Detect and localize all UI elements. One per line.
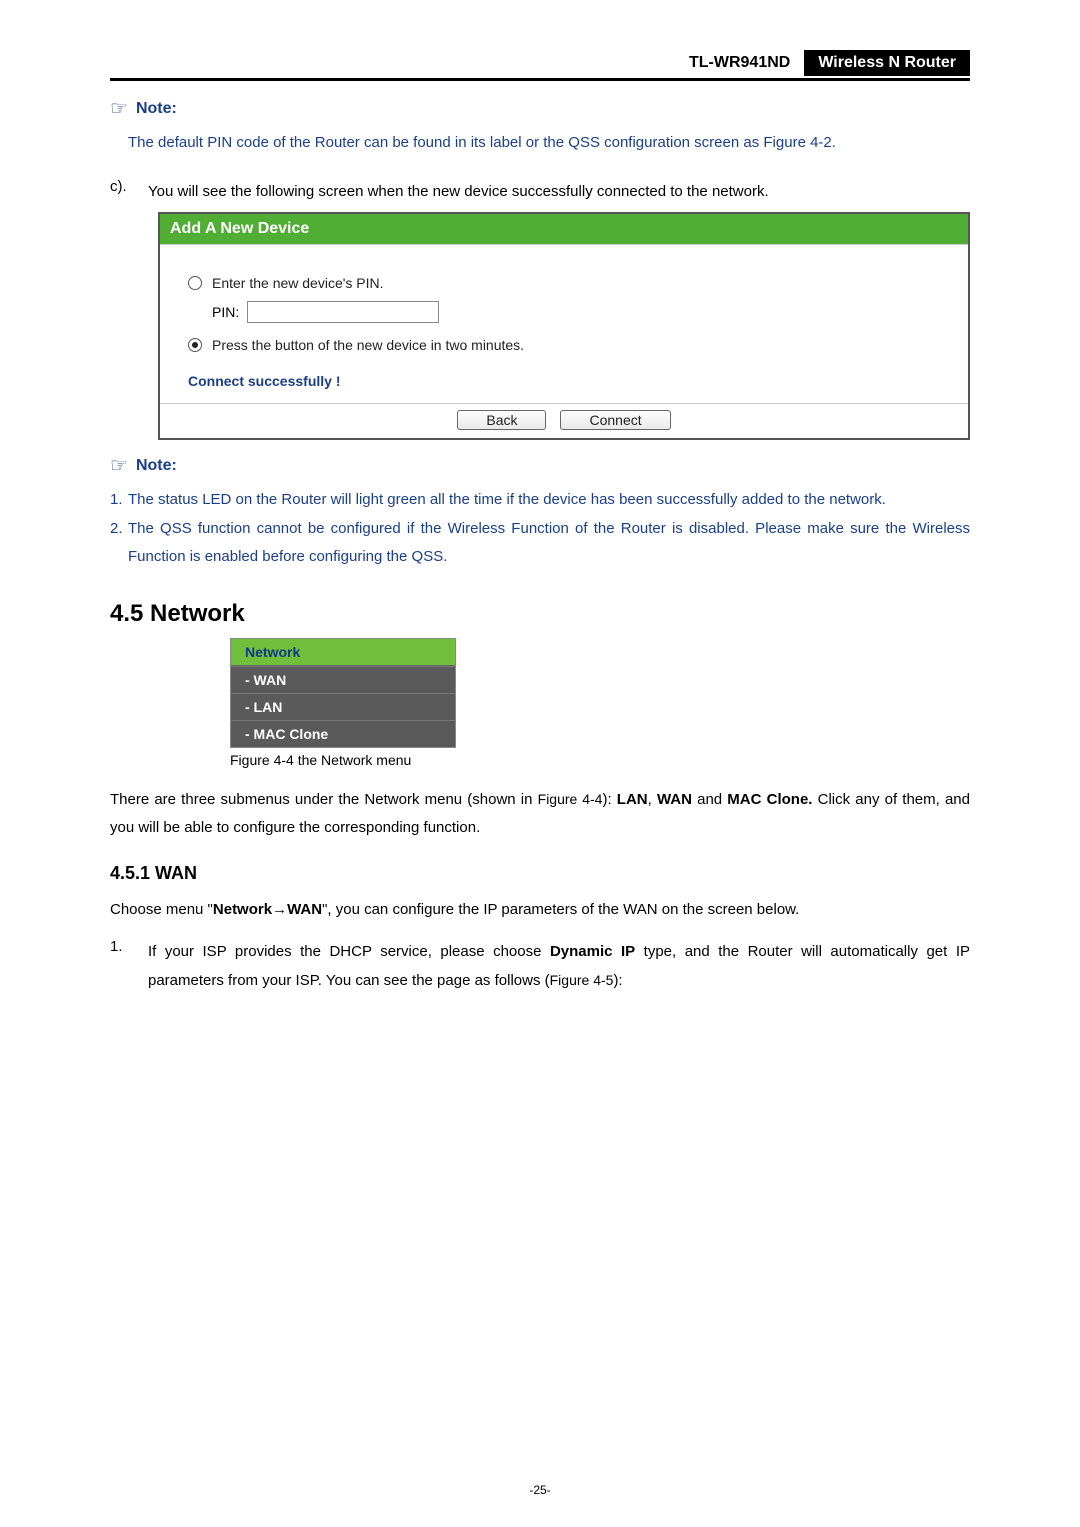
- model-code: TL-WR941ND: [675, 50, 804, 76]
- arrow-icon: →: [272, 901, 287, 918]
- bold-macclone: MAC Clone.: [727, 791, 812, 808]
- option-press-button[interactable]: Press the button of the new device in tw…: [188, 337, 940, 353]
- pointing-hand-icon: ☞: [110, 456, 128, 476]
- network-menu-macclone[interactable]: - MAC Clone: [231, 720, 455, 747]
- note-1-heading: ☞ Note:: [110, 99, 970, 119]
- txt: and: [692, 791, 727, 808]
- note-2-item-1-text: The status LED on the Router will light …: [128, 486, 970, 515]
- bold-dynamic-ip: Dynamic IP: [550, 943, 635, 960]
- panel-body: Enter the new device's PIN. PIN: Press t…: [160, 244, 968, 404]
- note-2-item-2: 2. The QSS function cannot be configured…: [110, 515, 970, 572]
- doc-header: TL-WR941ND Wireless N Router: [110, 50, 970, 81]
- network-menu-wan[interactable]: - WAN: [231, 666, 455, 693]
- pin-row: PIN:: [212, 301, 940, 323]
- note-label: Note:: [136, 457, 177, 475]
- note-label: Note:: [136, 100, 177, 118]
- txt: ):: [613, 972, 622, 989]
- bold-wan: WAN: [287, 901, 322, 918]
- txt: If your ISP provides the DHCP service, p…: [148, 943, 550, 960]
- product-name: Wireless N Router: [804, 50, 970, 76]
- txt: ):: [602, 791, 616, 808]
- section-4-5-1-heading: 4.5.1 WAN: [110, 863, 970, 884]
- bold-network: Network: [213, 901, 272, 918]
- panel-buttons: Back Connect: [160, 404, 968, 438]
- radio-icon-selected[interactable]: [188, 338, 202, 352]
- note-2-item-1: 1. The status LED on the Router will lig…: [110, 486, 970, 515]
- note-2-list: 1. The status LED on the Router will lig…: [110, 486, 970, 572]
- txt: ", you can configure the IP parameters o…: [322, 901, 799, 918]
- note-1-period: .: [832, 134, 836, 151]
- figure-4-4-ref: Figure 4-4: [538, 791, 603, 807]
- list-number: 1.: [110, 938, 148, 995]
- pin-input[interactable]: [247, 301, 439, 323]
- note-2-item-2-text: The QSS function cannot be configured if…: [128, 515, 970, 572]
- txt: Choose menu ": [110, 901, 213, 918]
- connect-success-text: Connect successfully !: [188, 373, 940, 389]
- step-c-marker: c).: [110, 178, 148, 207]
- option-enter-pin-label: Enter the new device's PIN.: [212, 275, 384, 291]
- txt: There are three submenus under the Netwo…: [110, 791, 538, 808]
- pointing-hand-icon: ☞: [110, 99, 128, 119]
- option-enter-pin[interactable]: Enter the new device's PIN.: [188, 275, 940, 291]
- step-c-body: You will see the following screen when t…: [148, 178, 970, 207]
- note-2-heading: ☞ Note:: [110, 456, 970, 476]
- network-menu-head[interactable]: Network: [231, 639, 455, 666]
- pin-label: PIN:: [212, 304, 239, 320]
- note-1-text: The default PIN code of the Router can b…: [128, 134, 763, 151]
- figure-4-2-ref: Figure 4-2: [763, 134, 831, 151]
- list-number: 2.: [110, 515, 128, 572]
- section-4-5-heading: 4.5 Network: [110, 600, 970, 628]
- step-c: c). You will see the following screen wh…: [110, 178, 970, 207]
- option-press-button-label: Press the button of the new device in tw…: [212, 337, 524, 353]
- list-number: 1.: [110, 486, 128, 515]
- network-intro: There are three submenus under the Netwo…: [110, 786, 970, 843]
- page-number: -25-: [0, 1483, 1080, 1497]
- bold-wan: WAN: [657, 791, 692, 808]
- radio-icon[interactable]: [188, 276, 202, 290]
- note-1-body: The default PIN code of the Router can b…: [110, 129, 970, 158]
- network-menu-figure: Network - WAN - LAN - MAC Clone: [230, 638, 456, 748]
- back-button[interactable]: Back: [457, 410, 546, 430]
- wan-step-1-body: If your ISP provides the DHCP service, p…: [148, 938, 970, 995]
- wan-intro: Choose menu "Network→WAN", you can confi…: [110, 896, 970, 925]
- network-menu-lan[interactable]: - LAN: [231, 693, 455, 720]
- figure-4-5-ref: Figure 4-5: [550, 972, 614, 988]
- figure-4-4-caption: Figure 4-4 the Network menu: [230, 752, 970, 768]
- connect-button[interactable]: Connect: [560, 410, 670, 430]
- txt: ,: [648, 791, 657, 808]
- wan-step-1: 1. If your ISP provides the DHCP service…: [110, 938, 970, 995]
- add-device-panel: Add A New Device Enter the new device's …: [158, 212, 970, 440]
- bold-lan: LAN: [617, 791, 648, 808]
- panel-title: Add A New Device: [160, 214, 968, 244]
